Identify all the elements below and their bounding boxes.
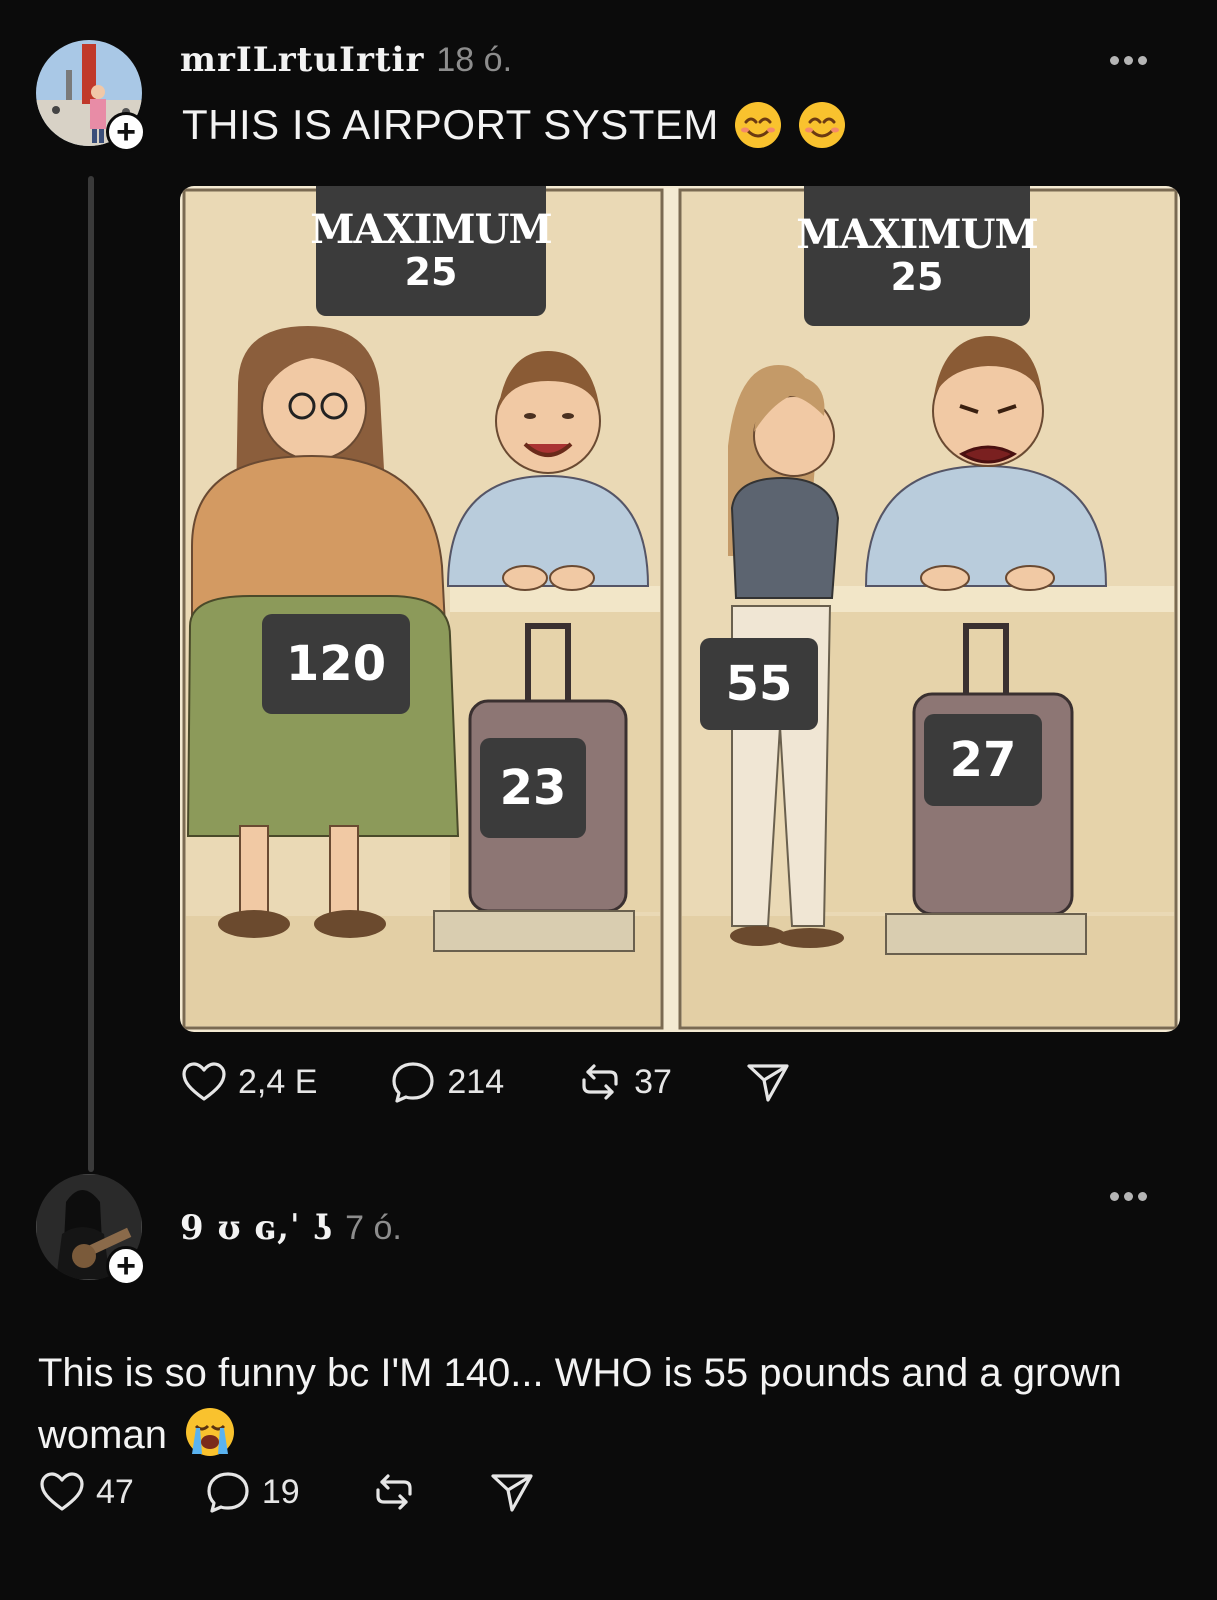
reply-comment-button[interactable]: 19 [204,1468,300,1516]
post-header: mrILrtuIrtir 18 ó. [180,40,512,80]
reply-share-button[interactable] [488,1468,536,1516]
reply-like-button[interactable]: 47 [38,1468,134,1516]
reply-username[interactable]: 9 ʊ ɢ,ˈ ʖ [180,1208,333,1248]
reply-comment-count: 19 [261,1472,300,1511]
post-caption: THIS IS AIRPORT SYSTEM [182,100,847,150]
right-maximum-sign: MAXIMUM 25 [796,186,1039,326]
comment-button[interactable]: 214 [389,1058,504,1106]
like-count: 2,4 E [238,1062,318,1101]
thread-connector-line [88,176,94,1172]
right-sign-value: 25 [890,255,944,300]
left-person-weight-tag: 120 [262,614,410,714]
heart-icon [40,1472,84,1511]
reply-action-bar: 47 19 [38,1468,536,1516]
reply-text-block: This is so funny bc I'M 140... WHO is 55… [38,1342,1188,1466]
post-image-comic[interactable]: MAXIMUM 25 MAXIMUM 25 120 23 55 27 [180,186,1180,1032]
send-icon [491,1474,533,1512]
comment-bubble-icon [207,1472,249,1513]
reply-follow-plus-icon[interactable]: + [106,1246,146,1286]
reply-like-count: 47 [96,1472,134,1511]
repost-icon [376,1474,412,1510]
reply-timestamp: 7 ó. [345,1209,402,1247]
like-button[interactable]: 2,4 E [180,1058,317,1106]
post-caption-text: THIS IS AIRPORT SYSTEM [182,101,719,148]
loudly-crying-face-icon [186,1408,235,1456]
reply-more-icon[interactable] [1110,1192,1147,1201]
right-person-weight-tag: 55 [700,638,818,730]
left-luggage-weight-tag: 23 [480,738,586,838]
follow-plus-icon[interactable]: + [106,112,146,152]
post-timestamp: 18 ó. [436,41,513,79]
smiling-face-icon [734,102,781,148]
comment-count: 214 [447,1062,505,1101]
left-maximum-sign: MAXIMUM 25 [310,186,553,316]
threads-post-screen: + mrILrtuIrtir 18 ó. THIS IS AIRPORT SYS… [0,0,1217,1600]
right-luggage-weight-tag: 27 [924,714,1042,806]
repost-count: 37 [634,1062,672,1101]
reply-header: 9 ʊ ɢ,ˈ ʖ 7 ó. [180,1208,402,1248]
send-icon [747,1064,789,1102]
left-sign-value: 25 [404,250,458,295]
reply-repost-button[interactable] [370,1468,418,1516]
right-sign-title: MAXIMUM [796,211,1038,259]
share-button[interactable] [744,1058,792,1106]
repost-icon [582,1064,618,1100]
left-sign-title: MAXIMUM [310,206,552,254]
heart-icon [182,1062,226,1101]
post-more-icon[interactable] [1110,56,1147,65]
post-action-bar: 2,4 E 214 37 [180,1058,792,1106]
post-username[interactable]: mrILrtuIrtir [180,40,424,80]
smiling-face-icon [798,102,845,148]
comment-bubble-icon [392,1062,434,1103]
repost-button[interactable]: 37 [576,1058,672,1106]
